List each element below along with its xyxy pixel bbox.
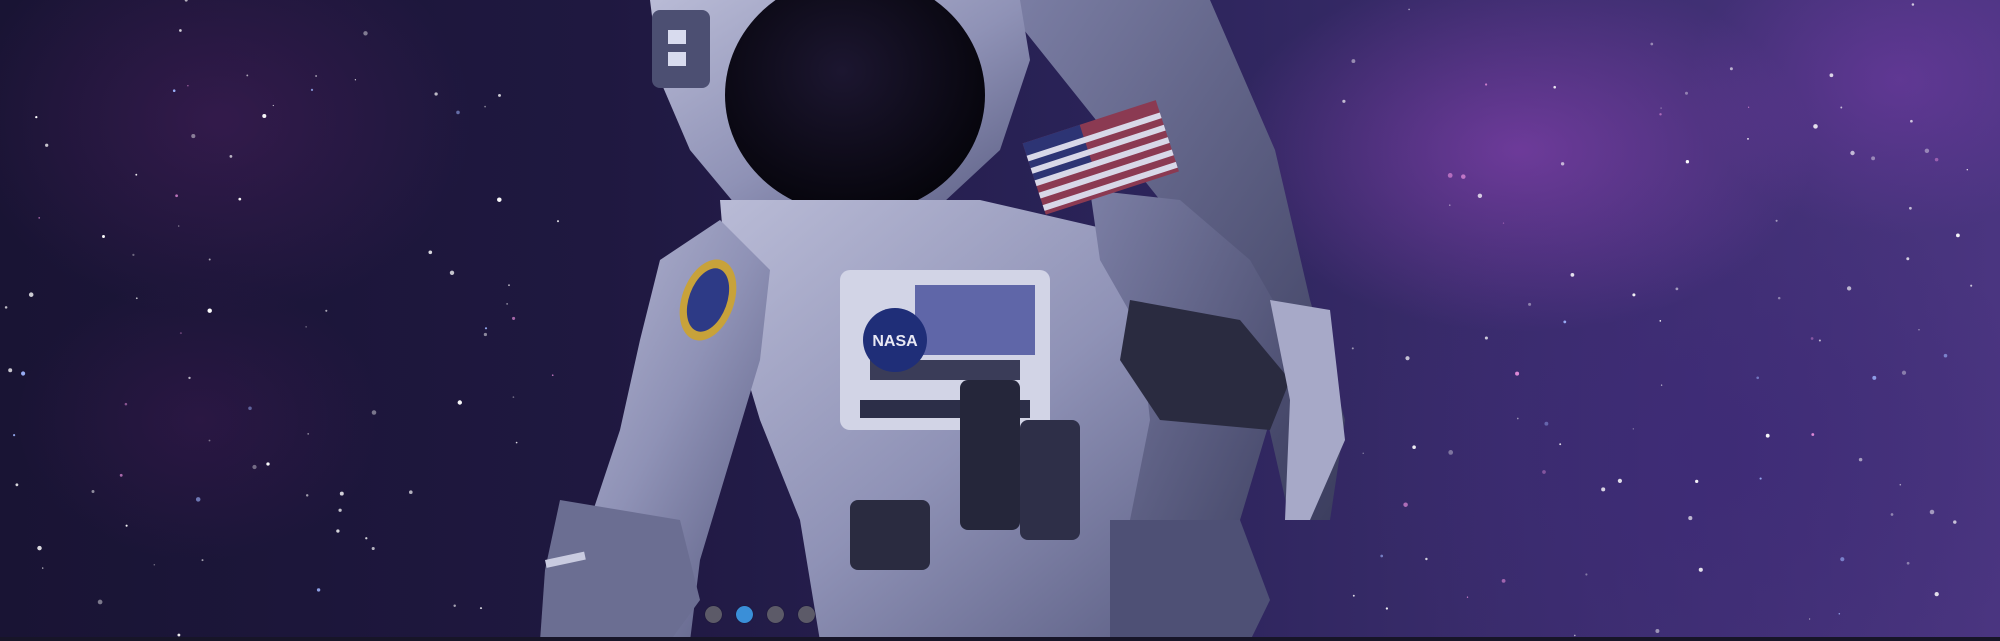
- carousel-dot-4[interactable]: [798, 606, 815, 623]
- carousel-pagination: [705, 606, 815, 623]
- carousel-dot-2[interactable]: [736, 606, 753, 623]
- hero-banner: NASA: [0, 0, 2000, 641]
- carousel-dot-1[interactable]: [705, 606, 722, 623]
- svg-text:NASA: NASA: [872, 333, 918, 350]
- banner-bottom-edge: [0, 637, 2000, 641]
- carousel-dot-3[interactable]: [767, 606, 784, 623]
- astronaut-illustration: NASA: [540, 0, 1345, 641]
